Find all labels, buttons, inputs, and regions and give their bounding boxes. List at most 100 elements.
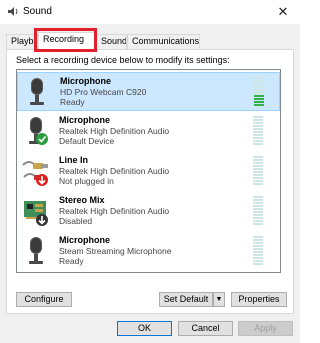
meter-segment: [254, 77, 264, 79]
meter-segment: [253, 165, 263, 167]
meter-segment: [253, 131, 263, 133]
ok-button[interactable]: OK: [117, 321, 172, 336]
meter-segment: [253, 183, 263, 185]
tab-sounds[interactable]: Sounds: [96, 34, 127, 49]
meter-segment: [253, 125, 263, 127]
meter-segment: [253, 137, 263, 139]
meter-segment: [253, 217, 263, 219]
meter-segment: [253, 143, 263, 145]
device-name: Stereo Mix: [59, 195, 105, 205]
configure-button[interactable]: Configure: [16, 292, 72, 307]
meter-segment: [253, 205, 263, 207]
device-status: Ready: [60, 97, 85, 107]
meter-segment: [253, 254, 263, 256]
meter-segment: [253, 177, 263, 179]
set-default-dropdown-arrow[interactable]: ▼: [213, 292, 225, 307]
device-row-webcam-microphone[interactable]: Microphone HD Pro Webcam C920 Ready: [17, 72, 280, 111]
line-in-jack-icon: [22, 161, 48, 186]
meter-segment: [253, 242, 263, 244]
device-driver: Realtek High Definition Audio: [59, 166, 170, 176]
meter-segment: [254, 83, 264, 85]
tab-communications[interactable]: Communications: [127, 34, 200, 49]
device-status: Not plugged in: [59, 176, 114, 186]
circuit-board-icon: [24, 201, 48, 226]
meter-segment: [253, 140, 263, 142]
meter-segment: [253, 211, 263, 213]
device-name: Microphone: [59, 115, 110, 125]
meter-segment: [253, 119, 263, 121]
set-default-button[interactable]: Set Default: [159, 292, 213, 307]
meter-segment: [253, 223, 263, 225]
meter-segment: [253, 180, 263, 182]
meter-segment: [253, 236, 263, 238]
device-status: Default Device: [59, 136, 115, 146]
meter-segment: [253, 257, 263, 259]
down-arrow-badge-icon: [36, 214, 48, 226]
meter-segment: [253, 251, 263, 253]
meter-segment: [254, 86, 264, 88]
window-title: Sound: [23, 6, 52, 17]
meter-segment: [253, 202, 263, 204]
meter-segment: [254, 98, 264, 100]
meter-segment: [254, 101, 264, 103]
meter-segment: [254, 80, 264, 82]
close-button[interactable]: ✕: [266, 0, 300, 24]
device-status: Disabled: [59, 216, 93, 226]
device-row-stereo-mix[interactable]: Stereo Mix Realtek High Definition Audio…: [17, 192, 280, 231]
level-meter: [253, 196, 263, 228]
meter-segment: [254, 104, 264, 106]
meter-segment: [253, 208, 263, 210]
check-badge-icon: [36, 133, 48, 145]
meter-segment: [253, 162, 263, 164]
level-meter: [254, 77, 264, 109]
microphone-icon: [29, 117, 48, 145]
meter-segment: [253, 171, 263, 173]
meter-segment: [254, 89, 264, 91]
cancel-button[interactable]: Cancel: [178, 321, 233, 336]
level-meter: [253, 156, 263, 188]
device-driver: Steam Streaming Microphone: [59, 246, 172, 256]
device-name: Microphone: [60, 76, 111, 86]
device-row-line-in[interactable]: Line In Realtek High Definition Audio No…: [17, 152, 280, 191]
meter-segment: [254, 92, 264, 94]
device-list[interactable]: Microphone HD Pro Webcam C920 Ready Micr…: [16, 69, 281, 273]
meter-segment: [253, 174, 263, 176]
meter-segment: [253, 156, 263, 158]
meter-segment: [253, 122, 263, 124]
meter-segment: [253, 245, 263, 247]
title-bar: Sound ✕: [0, 0, 300, 24]
device-status: Ready: [59, 256, 84, 266]
device-name: Microphone: [59, 235, 110, 245]
apply-button[interactable]: Apply: [238, 321, 293, 336]
instruction-text: Select a recording device below to modif…: [16, 55, 230, 65]
meter-segment: [253, 214, 263, 216]
meter-segment: [253, 263, 263, 265]
level-meter: [253, 116, 263, 148]
dialog-body: Playback Recording Sounds Communications…: [0, 24, 300, 343]
meter-segment: [253, 248, 263, 250]
tab-playback[interactable]: Playback: [6, 34, 38, 49]
meter-segment: [253, 168, 263, 170]
meter-segment: [253, 128, 263, 130]
meter-segment: [253, 159, 263, 161]
meter-segment: [253, 239, 263, 241]
tab-recording[interactable]: Recording: [38, 32, 96, 50]
meter-segment: [253, 220, 263, 222]
meter-segment: [253, 116, 263, 118]
device-driver: Realtek High Definition Audio: [59, 206, 170, 216]
device-driver: Realtek High Definition Audio: [59, 126, 170, 136]
meter-segment: [253, 196, 263, 198]
microphone-icon: [29, 237, 43, 264]
meter-segment: [254, 95, 264, 97]
device-row-steam-microphone[interactable]: Microphone Steam Streaming Microphone Re…: [17, 232, 280, 271]
meter-segment: [253, 199, 263, 201]
level-meter: [253, 236, 263, 268]
device-row-realtek-microphone[interactable]: Microphone Realtek High Definition Audio…: [17, 112, 280, 151]
meter-segment: [253, 260, 263, 262]
meter-segment: [253, 134, 263, 136]
recording-panel: Select a recording device below to modif…: [6, 49, 294, 314]
properties-button[interactable]: Properties: [231, 292, 287, 307]
microphone-icon: [30, 78, 44, 105]
speaker-icon: [8, 7, 18, 16]
device-name: Line In: [59, 155, 88, 165]
